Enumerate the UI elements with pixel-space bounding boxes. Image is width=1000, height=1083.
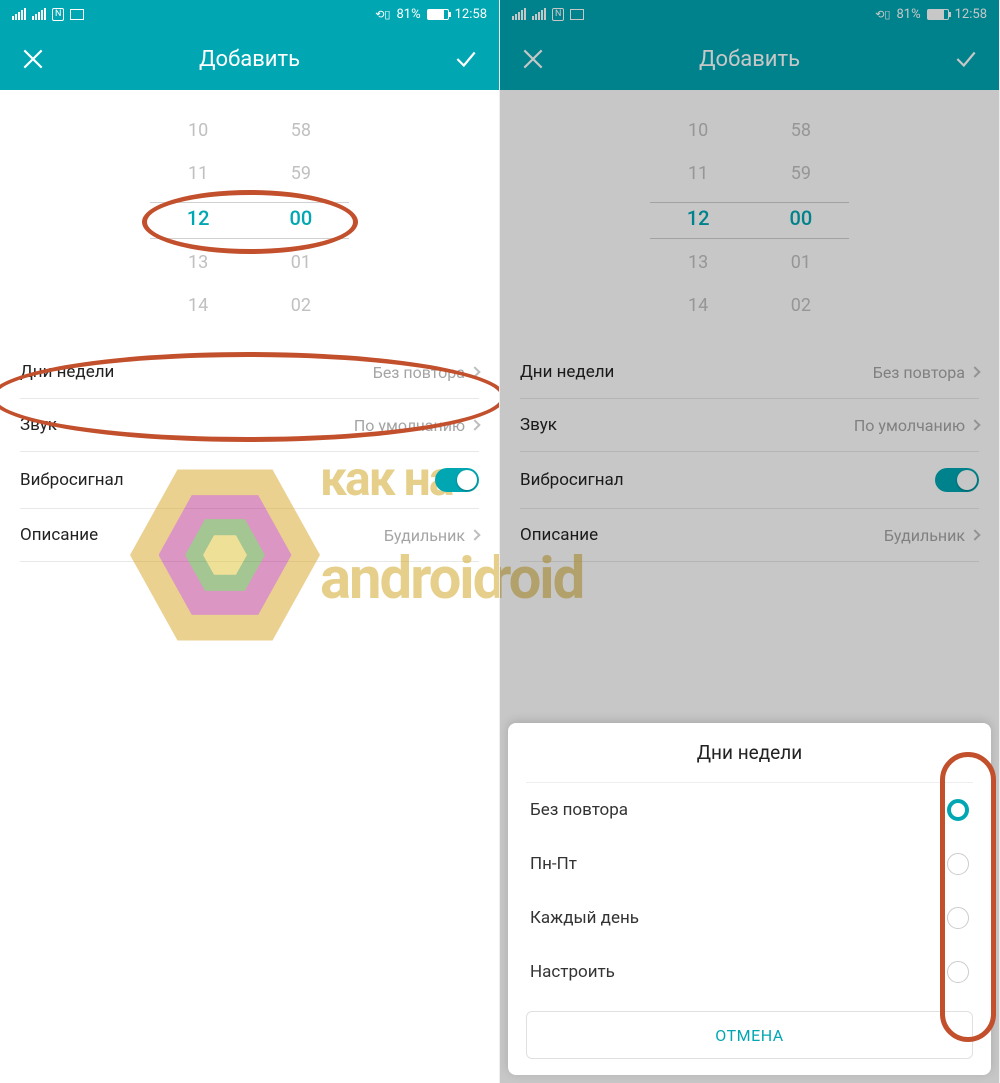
- row-desc-label: Описание: [20, 525, 98, 545]
- row-vibrate-label: Вибросигнал: [20, 470, 124, 490]
- row-repeat[interactable]: Дни недели Без повтора: [0, 346, 499, 398]
- watermark-text-2: android: [320, 545, 500, 613]
- row-repeat-value: Без повтора: [373, 363, 465, 382]
- minute-column[interactable]: 58 59 00 01 02: [290, 120, 313, 316]
- row-repeat-label: Дни недели: [520, 362, 614, 382]
- rotation-icon: ⟲▯: [375, 8, 390, 21]
- confirm-icon[interactable]: [453, 46, 479, 72]
- chevron-right-icon: [969, 529, 980, 540]
- row-vibrate-label: Вибросигнал: [520, 470, 624, 490]
- close-icon[interactable]: [20, 46, 46, 72]
- clock: 12:58: [955, 7, 987, 22]
- radio-icon[interactable]: [947, 907, 969, 929]
- radio-icon[interactable]: [947, 799, 969, 821]
- chevron-right-icon: [469, 419, 480, 430]
- chevron-right-icon: [469, 366, 480, 377]
- row-sound[interactable]: Звук По умолчанию: [0, 399, 499, 451]
- close-icon[interactable]: [520, 46, 546, 72]
- row-vibrate[interactable]: Вибросигнал: [500, 452, 999, 508]
- signal-icon-2: [532, 8, 546, 20]
- nfc-icon: N: [52, 8, 64, 21]
- header-title: Добавить: [46, 47, 453, 72]
- minute-column[interactable]: 58 59 00 01 02: [790, 120, 813, 316]
- status-bar: N ⟲▯ 81% 12:58: [500, 0, 999, 28]
- time-picker[interactable]: 10 11 12 13 14 58 59 00 01 02: [500, 90, 999, 326]
- row-desc-label: Описание: [520, 525, 598, 545]
- battery-pct: 81%: [396, 7, 420, 22]
- chevron-right-icon: [969, 366, 980, 377]
- row-sound-value: По умолчанию: [354, 416, 465, 435]
- selected-min: 00: [790, 206, 813, 230]
- selected-hour: 12: [687, 206, 710, 230]
- row-desc-value: Будильник: [884, 526, 965, 545]
- row-sound[interactable]: Звук По умолчанию: [500, 399, 999, 451]
- row-repeat-label: Дни недели: [20, 362, 114, 382]
- header-title: Добавить: [546, 47, 953, 72]
- vibrate-toggle[interactable]: [935, 468, 979, 492]
- header: Добавить: [0, 28, 499, 90]
- screen-left: N ⟲▯ 81% 12:58 Добавить 10: [0, 0, 500, 1083]
- time-picker[interactable]: 10 11 12 13 14 58 59 00 01 02: [0, 90, 499, 326]
- sheet-option-every-day[interactable]: Каждый день: [508, 891, 991, 945]
- vibrate-toggle[interactable]: [435, 468, 479, 492]
- selected-min: 00: [290, 206, 313, 230]
- sheet-cancel-button[interactable]: ОТМЕНА: [526, 1011, 973, 1059]
- sheet-title: Дни недели: [508, 723, 991, 782]
- row-repeat-value: Без повтора: [873, 363, 965, 382]
- rotation-icon: ⟲▯: [875, 8, 890, 21]
- hour-column[interactable]: 10 11 12 13 14: [687, 120, 710, 316]
- row-repeat[interactable]: Дни недели Без повтора: [500, 346, 999, 398]
- clock: 12:58: [455, 7, 487, 22]
- mail-icon: [70, 9, 84, 20]
- radio-icon[interactable]: [947, 853, 969, 875]
- signal-icon-2: [32, 8, 46, 20]
- hour-column[interactable]: 10 11 12 13 14: [187, 120, 210, 316]
- sheet-option-custom[interactable]: Настроить: [508, 945, 991, 999]
- watermark-text-2b: android: [500, 545, 583, 613]
- row-sound-label: Звук: [520, 415, 557, 435]
- sheet-option-mon-fri[interactable]: Пн-Пт: [508, 837, 991, 891]
- radio-icon[interactable]: [947, 961, 969, 983]
- signal-icon: [512, 8, 526, 20]
- nfc-icon: N: [552, 8, 564, 21]
- chevron-right-icon: [469, 529, 480, 540]
- row-sound-label: Звук: [20, 415, 57, 435]
- confirm-icon[interactable]: [953, 46, 979, 72]
- header: Добавить: [500, 28, 999, 90]
- battery-pct: 81%: [896, 7, 920, 22]
- screen-right: N ⟲▯ 81% 12:58 Добавить 10: [500, 0, 1000, 1083]
- signal-icon: [12, 8, 26, 20]
- selected-hour: 12: [187, 206, 210, 230]
- watermark-logo: [130, 460, 320, 650]
- battery-icon: [927, 9, 949, 20]
- row-desc-value: Будильник: [384, 526, 465, 545]
- sheet-option-no-repeat[interactable]: Без повтора: [508, 783, 991, 837]
- chevron-right-icon: [969, 419, 980, 430]
- battery-icon: [427, 9, 449, 20]
- repeat-sheet: Дни недели Без повтора Пн-Пт Каждый день…: [508, 723, 991, 1075]
- mail-icon: [570, 9, 584, 20]
- status-bar: N ⟲▯ 81% 12:58: [0, 0, 499, 28]
- row-sound-value: По умолчанию: [854, 416, 965, 435]
- watermark-text-1: как на: [320, 450, 452, 507]
